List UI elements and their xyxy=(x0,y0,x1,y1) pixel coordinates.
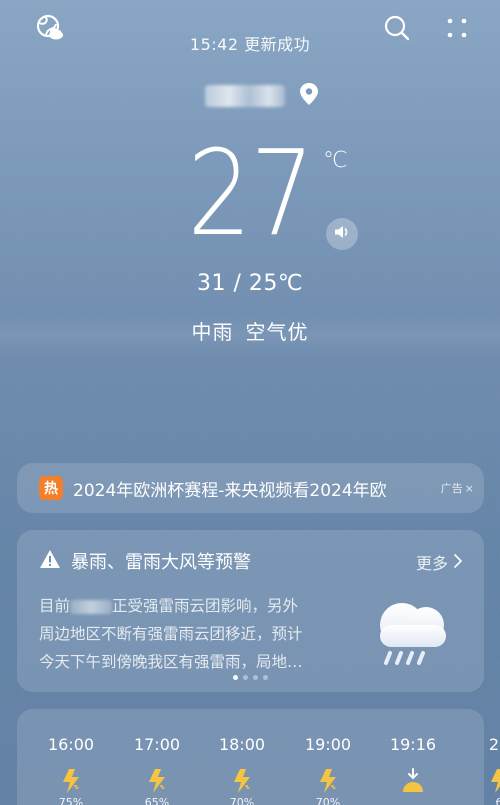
temperature-range: 31 / 25℃ xyxy=(196,271,304,296)
hourly-time: 18:00 xyxy=(218,735,266,754)
ad-text[interactable]: 2024年欧洲杯赛程-来央视频看2024年欧 xyxy=(73,476,409,501)
hourly-time: 16:00 xyxy=(47,735,95,754)
warning-line-1: 目前 正受强雷雨云团影响，另外 xyxy=(39,592,329,620)
hourly-item: 16:00 75% xyxy=(41,735,101,805)
air-quality[interactable]: 空气优 xyxy=(246,320,309,344)
weather-condition: 中雨 空气优 xyxy=(0,316,500,345)
update-status: 15:42 更新成功 xyxy=(189,35,311,54)
thunder-icon xyxy=(41,768,101,794)
ad-label: 广告 × xyxy=(441,480,474,496)
ad-hot-badge: 热 xyxy=(39,476,63,500)
warning-pagination xyxy=(17,675,484,680)
hourly-precip-chance: 6 xyxy=(495,796,500,805)
hourly-time: 17:00 xyxy=(133,735,181,754)
thunder-icon xyxy=(127,768,187,794)
ad-label-text: 广告 xyxy=(440,482,463,495)
warning-line-2: 周边地区不断有强雷雨云团移近，预计 xyxy=(39,625,303,643)
thunder-icon xyxy=(298,768,358,794)
temperature-unit: ℃ xyxy=(323,148,348,173)
warning-line-1-end: 正受强雷雨云团影响，另外 xyxy=(112,597,299,615)
hourly-item: 19:00 70% xyxy=(298,735,358,805)
heavy-rain-cloud-icon xyxy=(372,595,454,679)
hourly-precip-chance: 70% xyxy=(315,796,341,805)
location[interactable] xyxy=(205,82,325,110)
location-pin-icon xyxy=(299,82,319,110)
hourly-precip-chance: 70% xyxy=(229,796,255,805)
chevron-right-icon xyxy=(454,553,463,572)
warning-triangle-icon xyxy=(39,549,61,573)
warning-more-text: 更多 xyxy=(415,554,448,573)
ad-close-icon[interactable]: × xyxy=(465,482,474,495)
more-icon[interactable] xyxy=(441,12,473,44)
redacted-place xyxy=(70,599,113,614)
warning-title: 暴雨、雷雨大风等预警 xyxy=(71,552,251,573)
hourly-forecast-card[interactable]: 16:00 75% 17:00 65% 18:00 70% 19:00 70% 19:16 20 6 xyxy=(17,709,500,805)
speaker-button[interactable] xyxy=(326,218,358,250)
hourly-time: 20 xyxy=(488,735,500,754)
warning-more-link[interactable]: 更多 xyxy=(415,550,463,574)
location-name-redacted xyxy=(205,85,285,107)
hourly-precip-chance: 65% xyxy=(144,796,170,805)
pagination-dot xyxy=(233,675,238,680)
search-icon[interactable] xyxy=(381,12,413,44)
warning-body: 目前 正受强雷雨云团影响，另外 周边地区不断有强雷雨云团移近，预计 今天下午到傍晚… xyxy=(39,592,329,676)
pagination-dot xyxy=(263,675,268,680)
thunder-icon xyxy=(212,768,272,794)
weather-warning-card[interactable]: 暴雨、雷雨大风等预警 更多 目前 正受强雷雨云团影响，另外 周边地区不断有强雷雨云… xyxy=(17,530,484,692)
warning-line-1-start: 目前 xyxy=(39,597,71,615)
top-bar: 15:42 更新成功 xyxy=(0,0,500,80)
pagination-dot xyxy=(243,675,248,680)
hourly-item: 19:16 xyxy=(383,735,443,796)
thunder-icon xyxy=(469,768,500,794)
sunset-icon xyxy=(383,768,443,794)
hourly-item: 20 6 xyxy=(469,735,500,805)
ad-banner[interactable]: 热 2024年欧洲杯赛程-来央视频看2024年欧 广告 × xyxy=(17,463,484,513)
current-temperature: 27 xyxy=(187,124,314,262)
hourly-time: 19:00 xyxy=(304,735,352,754)
condition-text: 中雨 xyxy=(191,320,234,344)
hourly-precip-chance: 75% xyxy=(58,796,84,805)
speaker-icon xyxy=(333,223,351,245)
warning-header: 暴雨、雷雨大风等预警 xyxy=(39,548,251,574)
pagination-dot xyxy=(253,675,258,680)
hourly-time: 19:16 xyxy=(389,735,437,754)
warning-line-3: 今天下午到傍晚我区有强雷雨，局地… xyxy=(39,653,303,671)
current-temperature-wrap: 27 xyxy=(0,128,500,258)
hourly-item: 17:00 65% xyxy=(127,735,187,805)
hourly-item: 18:00 70% xyxy=(212,735,272,805)
